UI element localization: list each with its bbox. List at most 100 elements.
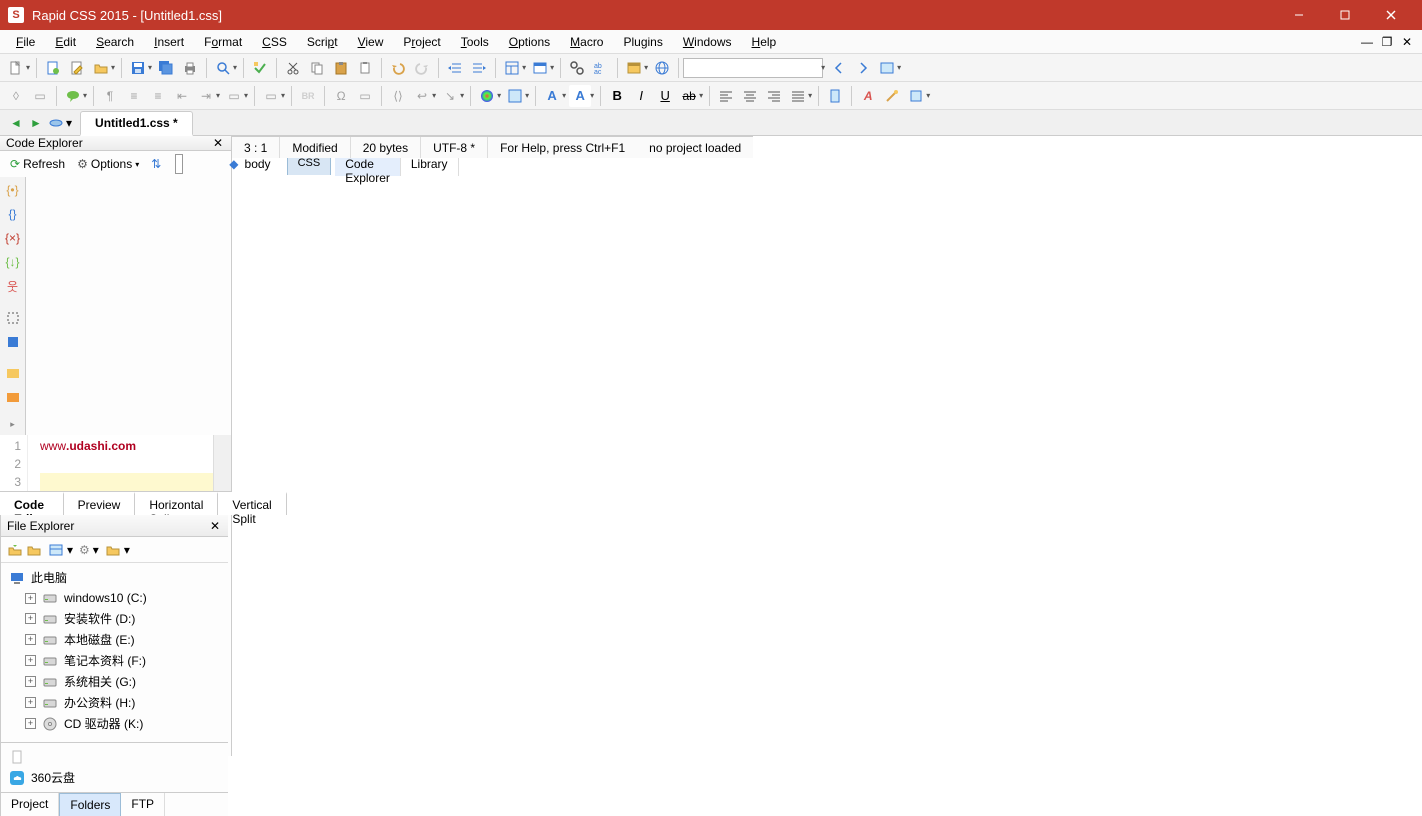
tab-vsplit[interactable]: Vertical Split bbox=[218, 492, 286, 515]
dropdown-icon[interactable]: ▾ bbox=[808, 91, 812, 100]
file-blank[interactable] bbox=[7, 747, 222, 767]
menu-options[interactable]: Options bbox=[499, 32, 560, 52]
dropdown-icon[interactable]: ▾ bbox=[67, 543, 73, 557]
editor[interactable]: 1 2 3 www.udashi.com bbox=[0, 435, 231, 491]
dropdown-icon[interactable]: ▾ bbox=[66, 116, 72, 130]
entity-icon[interactable]: ▭ bbox=[354, 85, 376, 107]
color-icon[interactable] bbox=[476, 85, 498, 107]
menu-script[interactable]: Script bbox=[297, 32, 348, 52]
menu-project[interactable]: Project bbox=[393, 32, 450, 52]
nav-fwd-green-icon[interactable]: ► bbox=[26, 113, 46, 133]
menu-search[interactable]: Search bbox=[86, 32, 144, 52]
web-icon[interactable] bbox=[651, 57, 673, 79]
panel-close-icon[interactable]: ✕ bbox=[208, 519, 222, 533]
copy-icon[interactable] bbox=[306, 57, 328, 79]
up-folder-icon[interactable] bbox=[7, 542, 23, 558]
zoom-icon[interactable] bbox=[212, 57, 234, 79]
menu-view[interactable]: View bbox=[348, 32, 394, 52]
gradient-icon[interactable] bbox=[504, 85, 526, 107]
drive-node[interactable]: +windows10 (C:) bbox=[7, 588, 222, 608]
print-icon[interactable] bbox=[179, 57, 201, 79]
mdi-restore-icon[interactable]: ❐ bbox=[1378, 34, 1396, 50]
tab-code-editor[interactable]: Code Editor bbox=[0, 492, 64, 515]
dropdown-icon[interactable]: ▾ bbox=[897, 63, 901, 72]
brace-d-icon[interactable]: {↓} bbox=[2, 251, 24, 273]
note-orange-icon[interactable] bbox=[2, 387, 24, 409]
menu-css[interactable]: CSS bbox=[252, 32, 297, 52]
brace-icon[interactable]: {} bbox=[2, 203, 24, 225]
layout-icon[interactable] bbox=[501, 57, 523, 79]
char-icon[interactable]: Ω bbox=[330, 85, 352, 107]
image-icon[interactable]: ▭ bbox=[29, 85, 51, 107]
menu-file[interactable]: File bbox=[6, 32, 45, 52]
expand-icon[interactable]: + bbox=[25, 593, 36, 604]
expand-icon[interactable]: + bbox=[25, 676, 36, 687]
browser-icon[interactable] bbox=[623, 57, 645, 79]
drive-node[interactable]: +办公资料 (H:) bbox=[7, 692, 222, 713]
validate-icon[interactable] bbox=[249, 57, 271, 79]
dropdown-icon[interactable]: ▾ bbox=[562, 91, 566, 100]
sort-button[interactable]: ⇅ bbox=[147, 155, 165, 173]
open-folder-icon[interactable] bbox=[90, 57, 112, 79]
align-right-icon[interactable] bbox=[763, 85, 785, 107]
fill-box-icon[interactable] bbox=[2, 331, 24, 353]
minimize-button[interactable] bbox=[1276, 0, 1322, 30]
redo-icon[interactable] bbox=[411, 57, 433, 79]
strike-icon[interactable]: ab bbox=[678, 85, 700, 107]
brace-x-icon[interactable]: {×} bbox=[2, 227, 24, 249]
align-left-icon[interactable] bbox=[715, 85, 737, 107]
nav-disk-icon[interactable] bbox=[46, 113, 66, 133]
dropdown-icon[interactable]: ▾ bbox=[93, 543, 99, 557]
search-input[interactable] bbox=[175, 154, 183, 174]
css-doc-icon[interactable] bbox=[824, 85, 846, 107]
menu-help[interactable]: Help bbox=[742, 32, 787, 52]
dropdown-icon[interactable]: ▾ bbox=[926, 91, 930, 100]
close-button[interactable] bbox=[1368, 0, 1414, 30]
selector-a-icon[interactable]: A bbox=[857, 85, 879, 107]
menu-edit[interactable]: Edit bbox=[45, 32, 86, 52]
tab-preview[interactable]: Preview bbox=[64, 492, 136, 515]
tree-root[interactable]: 此电脑 bbox=[7, 567, 222, 588]
maximize-button[interactable] bbox=[1322, 0, 1368, 30]
font-color-icon[interactable]: A bbox=[541, 85, 563, 107]
list-ol-icon[interactable]: ≡ bbox=[123, 85, 145, 107]
note-yellow-icon[interactable] bbox=[2, 363, 24, 385]
wand-icon[interactable] bbox=[881, 85, 903, 107]
menu-format[interactable]: Format bbox=[194, 32, 252, 52]
clipboard-icon[interactable] bbox=[354, 57, 376, 79]
edit-doc-icon[interactable] bbox=[66, 57, 88, 79]
find-icon[interactable] bbox=[566, 57, 588, 79]
url-combo[interactable] bbox=[683, 58, 823, 78]
expand-icon[interactable]: + bbox=[25, 697, 36, 708]
arrow-icon[interactable]: ↘ bbox=[439, 85, 461, 107]
status-encoding[interactable]: UTF-8 * bbox=[421, 137, 488, 158]
vertical-scrollbar[interactable] bbox=[213, 435, 231, 491]
menu-insert[interactable]: Insert bbox=[144, 32, 194, 52]
select-box-icon[interactable] bbox=[2, 307, 24, 329]
expand-icon[interactable]: + bbox=[25, 613, 36, 624]
options-button[interactable]: ⚙Options▾ bbox=[73, 155, 143, 173]
person-icon[interactable]: 웃 bbox=[2, 275, 24, 297]
undo-icon[interactable] bbox=[387, 57, 409, 79]
drive-node[interactable]: +安装软件 (D:) bbox=[7, 608, 222, 629]
italic-icon[interactable]: I bbox=[630, 85, 652, 107]
tab-project[interactable]: Project bbox=[1, 793, 59, 816]
open-folder-icon[interactable] bbox=[26, 542, 42, 558]
panel-close-icon[interactable]: ✕ bbox=[211, 136, 225, 150]
nav-back-icon[interactable] bbox=[828, 57, 850, 79]
document-tab[interactable]: Untitled1.css * bbox=[80, 111, 193, 136]
list-ul-icon[interactable]: ≡ bbox=[147, 85, 169, 107]
nav-fwd-icon[interactable] bbox=[852, 57, 874, 79]
paragraph-icon[interactable]: ¶ bbox=[99, 85, 121, 107]
dropdown-icon[interactable]: ▾ bbox=[111, 63, 115, 72]
menu-plugins[interactable]: Plugins bbox=[613, 32, 672, 52]
mdi-minimize-icon[interactable]: — bbox=[1358, 34, 1376, 50]
indent2-icon[interactable]: ⇥ bbox=[195, 85, 217, 107]
code-area[interactable]: www.udashi.com bbox=[28, 435, 213, 491]
dropdown-icon[interactable]: ▾ bbox=[233, 63, 237, 72]
refresh-button[interactable]: ⟳Refresh bbox=[6, 155, 69, 173]
wrap-icon[interactable]: ↩ bbox=[411, 85, 433, 107]
br-icon[interactable]: BR bbox=[297, 85, 319, 107]
new-doc-icon[interactable] bbox=[42, 57, 64, 79]
drive-node[interactable]: +系统相关 (G:) bbox=[7, 671, 222, 692]
